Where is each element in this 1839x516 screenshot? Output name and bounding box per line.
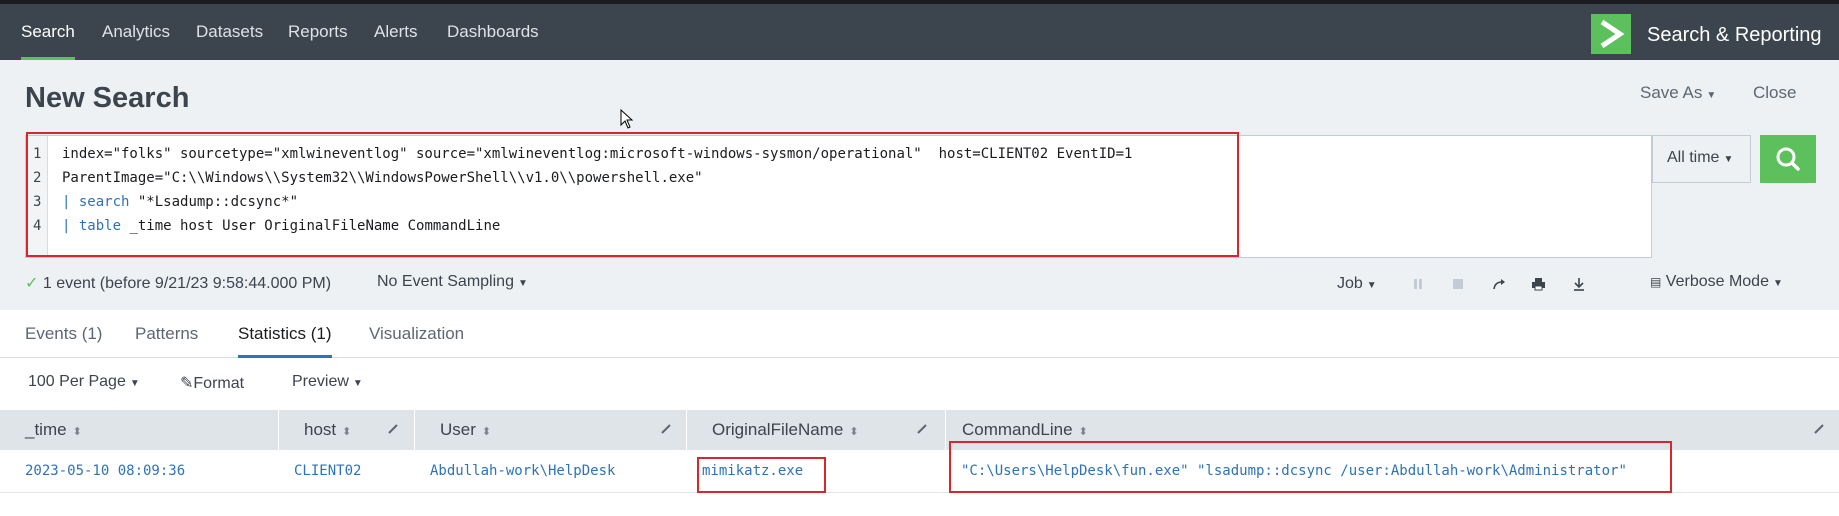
column-label: CommandLine ⬍ <box>962 420 1088 439</box>
job-menu[interactable]: Job ▼ <box>1337 275 1377 293</box>
sort-icon: ⬍ <box>72 426 82 438</box>
chevron-down-icon: ▼ <box>1723 154 1734 165</box>
commandline-highlight-box <box>949 441 1672 493</box>
edit-column-icon[interactable] <box>1812 422 1826 436</box>
tab-events[interactable]: Events (1) <box>25 324 102 358</box>
column-label: OriginalFileName ⬍ <box>712 420 859 439</box>
nav-reports[interactable]: Reports <box>288 22 348 60</box>
cell-time[interactable]: 2023-05-10 08:09:36 <box>25 463 185 479</box>
tab-visualization[interactable]: Visualization <box>369 324 464 358</box>
nav-alerts[interactable]: Alerts <box>374 22 417 60</box>
preview-dropdown[interactable]: Preview ▼ <box>292 373 363 391</box>
event-count-status: ✓ 1 event (before 9/21/23 9:58:44.000 PM… <box>25 273 331 293</box>
sort-icon: ⬍ <box>481 426 492 438</box>
results-toolbar: 100 Per Page ▼ ✎Format Preview ▼ <box>0 358 1839 410</box>
pencil-icon: ✎ <box>180 375 194 392</box>
print-icon[interactable] <box>1531 277 1546 291</box>
nav-dashboards[interactable]: Dashboards <box>447 22 539 60</box>
chevron-down-icon: ▼ <box>517 278 528 289</box>
sort-icon: ⬍ <box>1078 426 1088 438</box>
time-range-picker[interactable]: All time ▼ <box>1652 135 1751 183</box>
stop-icon[interactable] <box>1451 277 1465 291</box>
download-icon[interactable] <box>1572 277 1586 291</box>
app-logo-icon[interactable] <box>1591 14 1631 54</box>
search-pane: New Search Save As ▼ Close 1 2 3 4 index=… <box>0 60 1839 310</box>
page-title: New Search <box>25 82 190 114</box>
event-sampling-dropdown[interactable]: No Event Sampling ▼ <box>377 273 528 291</box>
save-as-label: Save As <box>1640 83 1703 102</box>
chevron-down-icon: ▼ <box>1772 278 1783 289</box>
check-icon: ✓ <box>25 275 39 292</box>
job-label: Job <box>1337 275 1363 292</box>
chevron-down-icon: ▼ <box>129 378 140 389</box>
nav-analytics[interactable]: Analytics <box>102 22 170 60</box>
search-mode-dropdown[interactable]: ▤ Verbose Mode ▼ <box>1650 273 1783 291</box>
filename-highlight-box <box>697 457 826 493</box>
per-page-dropdown[interactable]: 100 Per Page ▼ <box>28 373 140 391</box>
chevron-down-icon: ▼ <box>352 378 363 389</box>
app-title[interactable]: Search & Reporting <box>1647 24 1822 47</box>
format-button[interactable]: ✎Format <box>180 373 244 393</box>
column-label: User ⬍ <box>440 420 492 439</box>
per-page-label: 100 Per Page <box>28 373 126 390</box>
mouse-cursor-icon <box>620 109 634 129</box>
close-button[interactable]: Close <box>1753 83 1796 103</box>
preview-label: Preview <box>292 373 349 390</box>
save-as-menu[interactable]: Save As ▼ <box>1640 83 1716 103</box>
search-mode-label: Verbose Mode <box>1665 273 1769 290</box>
edit-column-icon[interactable] <box>659 422 673 436</box>
nav-search[interactable]: Search <box>21 22 75 60</box>
tab-patterns[interactable]: Patterns <box>135 324 198 358</box>
column-label: _time ⬍ <box>25 420 82 439</box>
column-header-host[interactable]: host ⬍ <box>279 410 415 450</box>
nav-datasets[interactable]: Datasets <box>196 22 263 60</box>
time-range-label: All time <box>1667 149 1720 166</box>
edit-column-icon[interactable] <box>386 422 400 436</box>
event-summary: 1 event (before 9/21/23 9:58:44.000 PM) <box>42 275 332 292</box>
sampling-label: No Event Sampling <box>377 273 514 290</box>
query-highlight-box <box>26 132 1239 257</box>
column-header-time[interactable]: _time ⬍ <box>0 410 279 450</box>
edit-column-icon[interactable] <box>915 422 929 436</box>
chevron-down-icon: ▼ <box>1706 90 1717 101</box>
top-navigation-bar: Search Analytics Datasets Reports Alerts… <box>0 0 1839 60</box>
result-tabs: Events (1) Patterns Statistics (1) Visua… <box>0 310 1839 358</box>
sort-icon: ⬍ <box>849 426 859 438</box>
share-icon[interactable] <box>1492 277 1506 291</box>
cell-user[interactable]: Abdullah-work\HelpDesk <box>430 463 615 479</box>
search-icon <box>1776 147 1800 171</box>
column-header-originalfilename[interactable]: OriginalFileName ⬍ <box>687 410 946 450</box>
search-mode-icon: ▤ <box>1650 275 1662 289</box>
column-label: host ⬍ <box>304 420 352 439</box>
search-button[interactable] <box>1760 135 1816 183</box>
sort-icon: ⬍ <box>342 426 352 438</box>
chevron-down-icon: ▼ <box>1366 280 1377 291</box>
format-label: Format <box>193 375 245 392</box>
column-header-user[interactable]: User ⬍ <box>415 410 687 450</box>
tab-statistics[interactable]: Statistics (1) <box>238 324 332 358</box>
pause-icon[interactable] <box>1411 277 1425 291</box>
cell-host[interactable]: CLIENT02 <box>294 463 361 479</box>
